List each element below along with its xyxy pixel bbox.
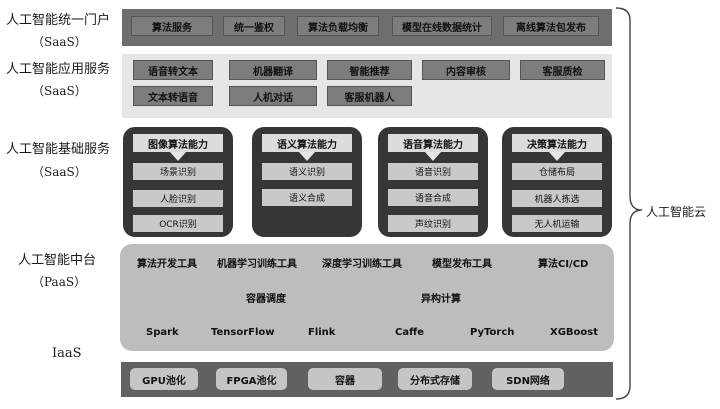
capability-image: 图像算法能力 场景识别 人脸识别 OCR识别 <box>123 127 233 237</box>
container-scheduling: 容器调度 <box>246 294 286 305</box>
app-layer-subtitle: （SaaS） <box>32 84 87 98</box>
middle-layer-title: 人工智能中台 <box>18 253 97 268</box>
capability-item: OCR识别 <box>133 215 223 232</box>
portal-item-load-balancing: 算法负载均衡 <box>297 16 379 36</box>
down-arrow-icon <box>170 152 186 161</box>
tool-algorithm-dev: 算法开发工具 <box>137 259 197 270</box>
app-item-text-to-speech: 文本转语音 <box>133 86 213 106</box>
portal-item-algorithm-service: 算法服务 <box>131 16 213 36</box>
iaas-item-sdn: SDN网络 <box>492 368 564 390</box>
capability-semantic: 语义算法能力 语义识别 语义合成 <box>252 127 362 237</box>
tool-algorithm-cicd: 算法CI/CD <box>538 259 589 270</box>
portal-layer-title: 人工智能统一门户 <box>6 13 111 28</box>
portal-item-unified-auth: 统一鉴权 <box>223 16 285 36</box>
framework-xgboost: XGBoost <box>550 327 599 338</box>
tool-model-release: 模型发布工具 <box>432 259 492 270</box>
iaas-item-fpga: FPGA池化 <box>216 368 287 390</box>
capability-speech: 语音算法能力 语音识别 语音合成 声纹识别 <box>378 127 488 237</box>
app-item-service-robot: 客服机器人 <box>327 86 412 106</box>
iaas-item-gpu: GPU池化 <box>130 368 198 390</box>
basic-layer-subtitle: （SaaS） <box>32 165 87 179</box>
capability-title: 语音算法能力 <box>388 134 478 152</box>
capability-decision: 决策算法能力 仓储布局 机器人拣选 无人机运输 <box>502 127 612 237</box>
capability-item: 仓储布局 <box>512 163 602 180</box>
heterogeneous-computing: 异构计算 <box>421 294 461 305</box>
capability-item: 人脸识别 <box>133 190 223 207</box>
capability-item: 场景识别 <box>133 163 223 180</box>
tool-ml-training: 机器学习训练工具 <box>217 259 297 270</box>
app-item-smart-recommend: 智能推荐 <box>327 60 412 80</box>
portal-layer-subtitle: （SaaS） <box>32 35 87 49</box>
app-item-service-qc: 客服质检 <box>520 60 605 80</box>
capability-item: 声纹识别 <box>388 215 478 232</box>
capability-item: 语音合成 <box>388 189 478 206</box>
app-item-dialogue: 人机对话 <box>229 86 317 106</box>
middle-layer-subtitle: （PaaS） <box>32 275 87 289</box>
framework-tensorflow: TensorFlow <box>211 327 275 338</box>
down-arrow-icon <box>549 152 565 161</box>
capability-item: 语音识别 <box>388 163 478 180</box>
framework-flink: Flink <box>308 327 336 338</box>
basic-layer-title: 人工智能基础服务 <box>6 142 111 157</box>
app-item-content-review: 内容审核 <box>422 60 510 80</box>
framework-spark: Spark <box>146 327 179 338</box>
app-item-speech-to-text: 语音转文本 <box>133 60 213 80</box>
down-arrow-icon <box>425 152 441 161</box>
portal-item-offline-release: 离线算法包发布 <box>503 16 599 36</box>
capability-title: 图像算法能力 <box>133 134 223 152</box>
tool-dl-training: 深度学习训练工具 <box>322 259 402 270</box>
capability-item: 语义合成 <box>262 189 352 206</box>
portal-item-model-stats: 模型在线数据统计 <box>392 16 492 36</box>
framework-caffe: Caffe <box>395 327 424 338</box>
cloud-label: 人工智能云 <box>646 205 707 219</box>
app-item-machine-translation: 机器翻译 <box>229 60 317 80</box>
app-layer-title: 人工智能应用服务 <box>6 62 111 77</box>
iaas-layer-title: IaaS <box>52 346 82 361</box>
capability-item: 语义识别 <box>262 163 352 180</box>
framework-pytorch: PyTorch <box>470 327 515 338</box>
capability-item: 机器人拣选 <box>512 190 602 207</box>
capability-title: 决策算法能力 <box>512 134 602 152</box>
capability-title: 语义算法能力 <box>262 134 352 152</box>
iaas-item-container: 容器 <box>308 368 382 390</box>
capability-item: 无人机运输 <box>512 215 602 232</box>
down-arrow-icon <box>299 152 315 161</box>
iaas-item-storage: 分布式存储 <box>398 368 472 390</box>
